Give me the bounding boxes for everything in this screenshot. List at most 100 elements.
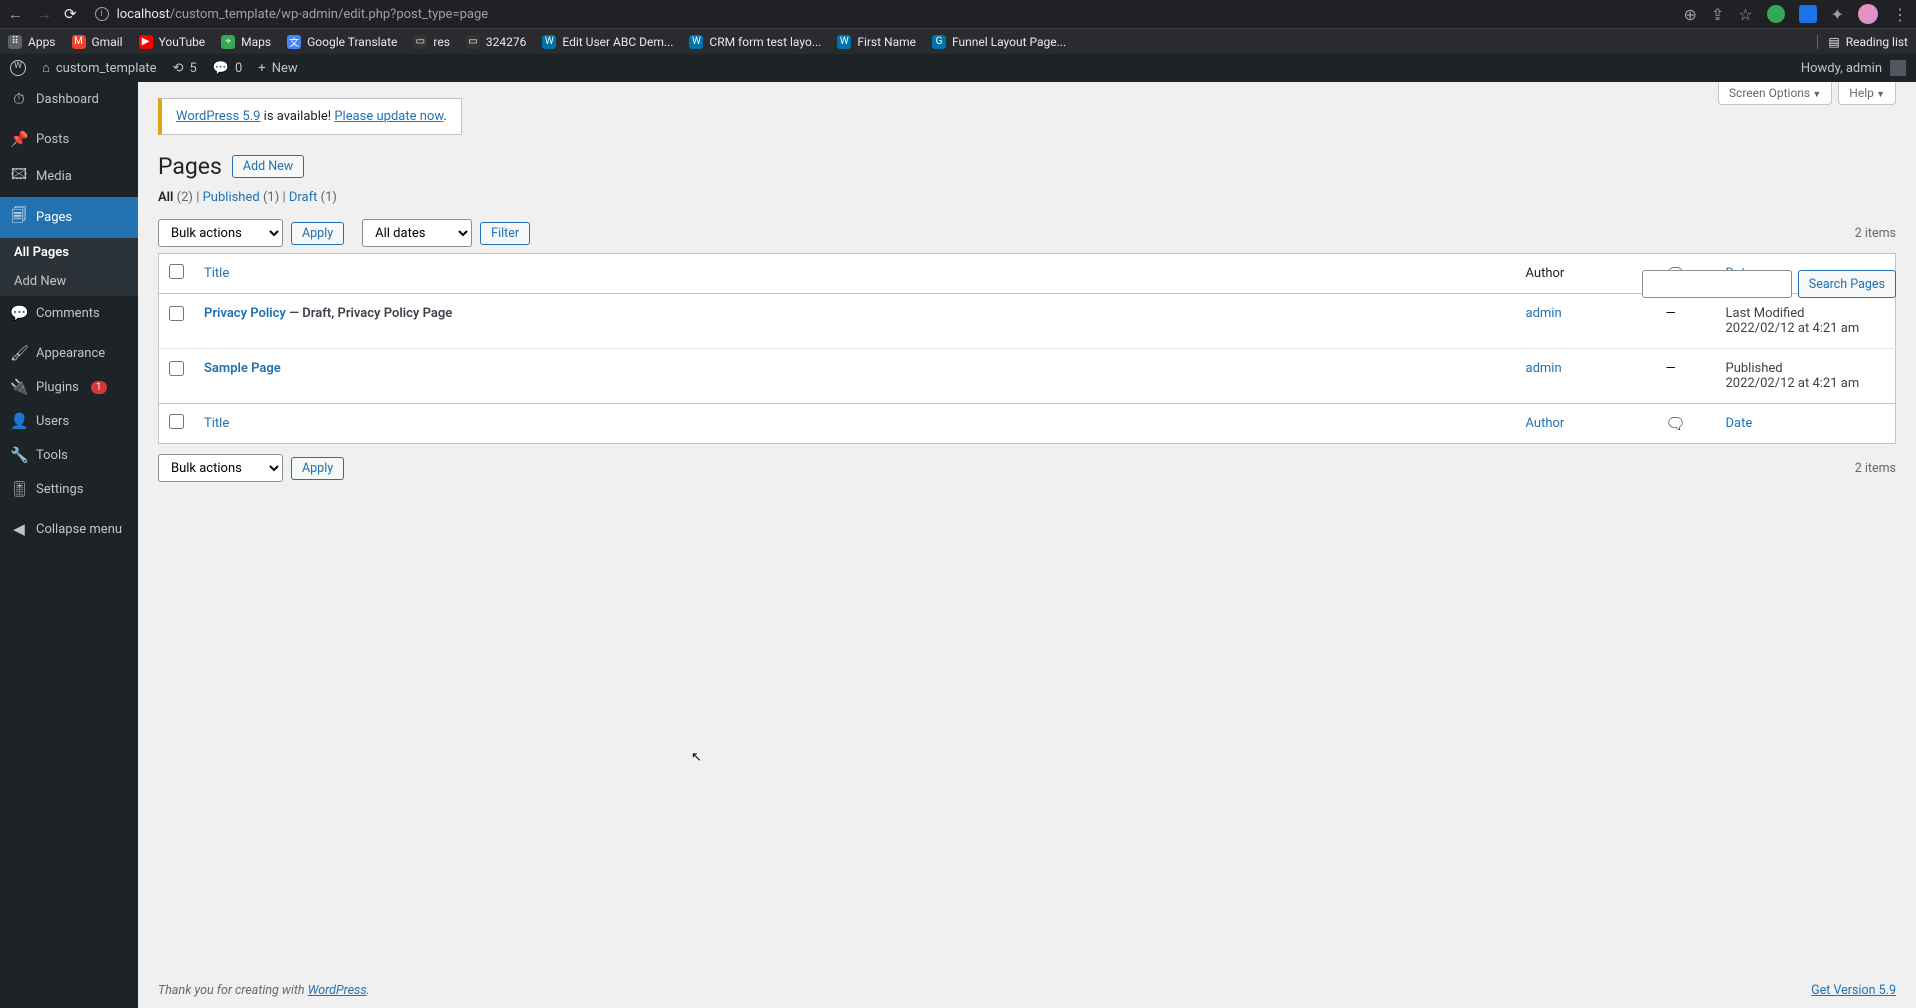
my-account-link[interactable]: Howdy, admin <box>1801 60 1906 76</box>
date-cell: Published2022/02/12 at 4:21 am <box>1716 349 1896 404</box>
comments-link[interactable]: 💬0 <box>213 61 243 76</box>
bookmark-maps[interactable]: ⌖Maps <box>221 35 271 49</box>
submenu-add-new[interactable]: Add New <box>0 267 138 296</box>
extensions-puzzle-icon[interactable]: ✦ <box>1831 5 1844 24</box>
share-icon[interactable]: ⇪ <box>1711 5 1724 24</box>
col-author-header: Author <box>1516 254 1656 294</box>
col-title-footer[interactable]: Title <box>194 404 1516 444</box>
bookmark-funnel[interactable]: GFunnel Layout Page... <box>932 35 1066 49</box>
admin-sidebar: ⏱Dashboard 📌Posts 🖾Media 🗐Pages All Page… <box>0 82 138 1008</box>
submenu-all-pages[interactable]: All Pages <box>0 238 138 267</box>
menu-appearance[interactable]: 🖌Appearance <box>0 336 138 370</box>
bookmark-edit-user[interactable]: WEdit User ABC Dem... <box>542 35 673 49</box>
filter-all[interactable]: All (2) <box>158 190 193 205</box>
help-button[interactable]: Help <box>1838 82 1896 105</box>
bulk-actions-select-top[interactable]: Bulk actions <box>158 219 283 247</box>
user-avatar-icon <box>1890 60 1906 76</box>
menu-posts[interactable]: 📌Posts <box>0 122 138 156</box>
bookmark-star-icon[interactable]: ☆ <box>1738 5 1752 24</box>
site-name-link[interactable]: ⌂custom_template <box>42 60 157 76</box>
wordpress-link[interactable]: WordPress <box>308 983 367 998</box>
date-cell: Last Modified2022/02/12 at 4:21 am <box>1716 294 1896 349</box>
menu-dashboard[interactable]: ⏱Dashboard <box>0 82 138 116</box>
select-all-top[interactable] <box>169 264 184 279</box>
menu-settings[interactable]: 🎚Settings <box>0 472 138 506</box>
url-bar[interactable]: i localhost/custom_template/wp-admin/edi… <box>89 7 1672 22</box>
bookmark-first-name[interactable]: WFirst Name <box>837 35 916 49</box>
collapse-icon: ◀ <box>10 520 28 538</box>
plus-icon: + <box>258 61 265 76</box>
bookmark-translate[interactable]: 文Google Translate <box>287 35 397 49</box>
screen-meta-links: Screen Options Help <box>1718 82 1896 105</box>
menu-plugins[interactable]: 🔌Plugins1 <box>0 370 138 404</box>
apps-shortcut[interactable]: ⠿Apps <box>8 35 56 49</box>
author-link[interactable]: admin <box>1526 361 1562 376</box>
item-count-bottom: 2 items <box>1855 461 1896 476</box>
filter-draft[interactable]: Draft (1) <box>289 190 337 205</box>
comment-bubble-icon: 🗨 <box>1666 414 1686 433</box>
comments-cell: — <box>1656 349 1716 404</box>
add-new-button[interactable]: Add New <box>232 155 304 178</box>
table-row: Sample Page admin — Published2022/02/12 … <box>159 349 1896 404</box>
menu-media[interactable]: 🖾Media <box>0 156 138 197</box>
browser-toolbar: ← → ⟳ i localhost/custom_template/wp-adm… <box>0 0 1916 28</box>
page-header: Pages Add New <box>138 135 1916 190</box>
apply-button-bottom[interactable]: Apply <box>291 457 344 480</box>
select-all-bottom[interactable] <box>169 414 184 429</box>
reading-list-button[interactable]: ▤Reading list <box>1817 35 1908 49</box>
bookmark-res[interactable]: ▭res <box>413 35 450 49</box>
user-icon: 👤 <box>10 412 28 430</box>
zoom-icon[interactable]: ⊕ <box>1683 5 1696 24</box>
wrench-icon: 🔧 <box>10 446 28 464</box>
bookmarks-bar: ⠿Apps MGmail ▶YouTube ⌖Maps 文Google Tran… <box>0 28 1916 54</box>
menu-users[interactable]: 👤Users <box>0 404 138 438</box>
chrome-menu-icon[interactable]: ⋮ <box>1892 5 1908 24</box>
bulk-actions-select-bottom[interactable]: Bulk actions <box>158 454 283 482</box>
site-info-icon[interactable]: i <box>95 7 109 21</box>
row-checkbox[interactable] <box>169 306 184 321</box>
comment-bubble-icon: 💬 <box>213 61 229 76</box>
page-title-link[interactable]: Privacy Policy <box>204 306 286 321</box>
item-count-top: 2 items <box>1855 226 1896 241</box>
bookmark-crm-form[interactable]: WCRM form test layo... <box>689 35 821 49</box>
media-icon: 🖾 <box>10 164 28 189</box>
col-comments-footer[interactable]: 🗨 <box>1656 404 1716 444</box>
chrome-actions: ⊕ ⇪ ☆ ✦ ⋮ <box>1683 4 1908 24</box>
menu-tools[interactable]: 🔧Tools <box>0 438 138 472</box>
bookmark-324276[interactable]: ▭324276 <box>466 35 526 49</box>
bookmark-youtube[interactable]: ▶YouTube <box>139 35 206 49</box>
collapse-menu[interactable]: ◀Collapse menu <box>0 512 138 546</box>
mouse-cursor-icon: ↖ <box>691 750 702 765</box>
update-now-link[interactable]: Please update now <box>334 109 443 124</box>
profile-avatar-icon[interactable] <box>1858 4 1878 24</box>
author-link[interactable]: admin <box>1526 306 1562 321</box>
page-icon: 🗐 <box>10 205 28 230</box>
page-title-link[interactable]: Sample Page <box>204 361 281 376</box>
menu-comments[interactable]: 💬Comments <box>0 296 138 330</box>
wp-version-link[interactable]: WordPress 5.9 <box>176 109 260 124</box>
comment-icon: 💬 <box>10 304 28 322</box>
bookmark-gmail[interactable]: MGmail <box>72 35 123 49</box>
search-input[interactable] <box>1642 270 1792 298</box>
filter-button[interactable]: Filter <box>480 222 530 245</box>
apply-button-top[interactable]: Apply <box>291 222 344 245</box>
col-title-header[interactable]: Title <box>194 254 1516 294</box>
filter-published[interactable]: Published (1) <box>203 190 280 205</box>
get-version-link[interactable]: Get Version 5.9 <box>1811 983 1896 998</box>
back-button[interactable]: ← <box>8 5 23 23</box>
updates-link[interactable]: ⟲5 <box>173 61 197 76</box>
content-area: Screen Options Help WordPress 5.9 is ava… <box>138 82 1916 1008</box>
update-icon: ⟲ <box>173 61 184 76</box>
row-checkbox[interactable] <box>169 361 184 376</box>
new-content-link[interactable]: +New <box>258 61 297 76</box>
extension-grammarly-icon[interactable] <box>1767 5 1785 23</box>
search-pages-button[interactable]: Search Pages <box>1798 270 1896 298</box>
screen-options-button[interactable]: Screen Options <box>1718 82 1832 105</box>
wp-logo-menu[interactable] <box>10 60 26 76</box>
forward-button[interactable]: → <box>37 5 52 23</box>
menu-pages[interactable]: 🗐Pages <box>0 197 138 238</box>
date-filter-select[interactable]: All dates <box>362 219 472 247</box>
reload-button[interactable]: ⟳ <box>64 5 77 23</box>
col-date-footer[interactable]: Date <box>1716 404 1896 444</box>
extension-translate-icon[interactable] <box>1799 5 1817 23</box>
